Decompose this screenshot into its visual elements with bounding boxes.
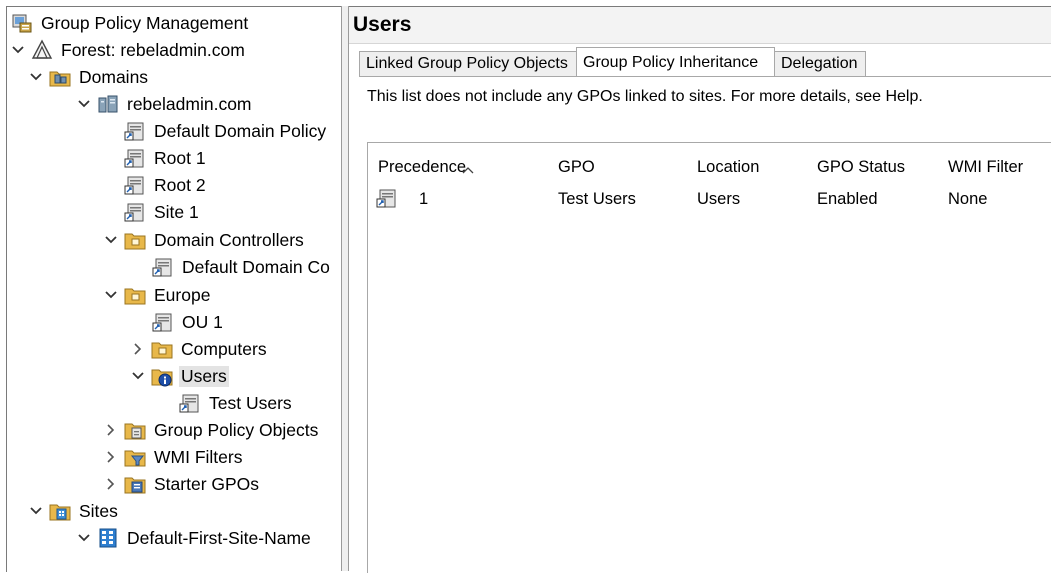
tree-label: OU 1 — [182, 311, 223, 332]
tab-group-policy-inheritance[interactable]: Group Policy Inheritance — [576, 47, 775, 77]
wmi-filters-icon — [124, 446, 146, 468]
tree-label: Root 1 — [154, 147, 206, 168]
chevron-down-icon[interactable] — [102, 282, 120, 308]
chevron-down-icon[interactable] — [129, 363, 147, 389]
details-pane: Users Linked Group Policy Objects Group … — [349, 6, 1051, 573]
tree-label: Default Domain Co — [182, 256, 330, 277]
gpo-row-icon — [376, 187, 398, 214]
gpo-link-icon — [124, 147, 146, 169]
cell-gpo-status: Enabled — [817, 190, 878, 208]
tab-label: Delegation — [781, 55, 858, 72]
domain-icon — [97, 93, 119, 115]
title-band — [349, 7, 1051, 44]
tree-node-gpo-link[interactable]: Root 1 — [124, 145, 208, 171]
tab-delegation[interactable]: Delegation — [774, 51, 866, 76]
tree-node-ou-selected[interactable]: Users — [129, 363, 229, 389]
tree-node-gpo-link[interactable]: Default Domain Co — [152, 254, 332, 280]
chevron-down-icon[interactable] — [27, 498, 45, 524]
tree-node-site[interactable]: Default-First-Site-Name — [75, 525, 313, 551]
tab-underline — [359, 76, 1051, 77]
tree-node-gpm-root[interactable]: Group Policy Management — [11, 10, 250, 36]
gpo-link-icon — [124, 174, 146, 196]
tree-node-gpo-link[interactable]: Default Domain Policy — [124, 118, 328, 144]
tree-label: Group Policy Management — [41, 12, 249, 33]
gpo-link-icon — [152, 256, 174, 278]
tree-node-gpo-link[interactable]: Site 1 — [124, 199, 201, 225]
tree-label: rebeladmin.com — [127, 93, 252, 114]
tree-node-gpo-link[interactable]: Root 2 — [124, 172, 208, 198]
column-header-wmi-filter[interactable]: WMI Filter — [948, 158, 1023, 177]
tree-label: Domains — [79, 66, 149, 87]
gpo-link-icon — [152, 311, 174, 333]
chevron-down-icon[interactable] — [27, 64, 45, 90]
blocked-ou-folder-icon — [151, 365, 173, 387]
console-tree[interactable]: Group Policy Management Forest: rebeladm… — [6, 6, 342, 572]
tab-linked-gpos[interactable]: Linked Group Policy Objects — [359, 51, 577, 76]
tree-node-starter-gpos[interactable]: Starter GPOs — [102, 471, 261, 497]
tree-label: Group Policy Objects — [154, 419, 319, 440]
chevron-down-icon[interactable] — [75, 525, 93, 551]
tree-label: Site 1 — [154, 201, 199, 222]
tree-label: Sites — [79, 500, 118, 521]
column-header-location[interactable]: Location — [697, 158, 759, 177]
tree-label: Domain Controllers — [154, 229, 304, 250]
pane-splitter[interactable] — [341, 6, 349, 571]
tree-node-ou[interactable]: Domain Controllers — [102, 227, 306, 253]
domains-folder-icon — [49, 66, 71, 88]
tab-label: Linked Group Policy Objects — [366, 55, 568, 72]
inheritance-list[interactable]: Precedence GPO Location GPO Status WMI F… — [367, 142, 1051, 573]
chevron-down-icon[interactable] — [9, 37, 27, 63]
tree-label: Default Domain Policy — [154, 120, 327, 141]
chevron-down-icon[interactable] — [75, 91, 93, 117]
tree-label: Test Users — [209, 392, 292, 413]
tree-label: Forest: rebeladmin.com — [61, 39, 245, 60]
gpo-link-icon — [124, 201, 146, 223]
cell-wmi-filter: None — [948, 190, 988, 208]
tree-label: Root 2 — [154, 174, 206, 195]
page-title: Users — [353, 13, 412, 36]
tree-node-domain[interactable]: rebeladmin.com — [75, 91, 254, 117]
tree-node-ou[interactable]: Computers — [129, 336, 269, 362]
tree-node-forest[interactable]: Forest: rebeladmin.com — [9, 37, 247, 63]
ou-folder-icon — [151, 338, 173, 360]
gpo-link-icon — [124, 120, 146, 142]
info-text: This list does not include any GPOs link… — [367, 88, 923, 105]
cell-precedence: 1 — [419, 190, 429, 208]
tree-node-gpo-container[interactable]: Group Policy Objects — [102, 417, 320, 443]
tree-label: Default-First-Site-Name — [127, 527, 311, 548]
tree-node-gpo-link[interactable]: Test Users — [179, 390, 294, 416]
site-icon — [97, 527, 119, 549]
tab-label: Group Policy Inheritance — [583, 53, 759, 71]
sort-ascending-icon — [462, 160, 474, 179]
tree-label: Starter GPOs — [154, 473, 260, 494]
ou-folder-icon — [124, 284, 146, 306]
tree-node-gpo-link[interactable]: OU 1 — [152, 309, 225, 335]
column-header-gpo-status[interactable]: GPO Status — [817, 158, 905, 177]
chevron-down-icon[interactable] — [102, 227, 120, 253]
chevron-right-icon[interactable] — [102, 417, 120, 443]
tree-node-ou[interactable]: Europe — [102, 282, 212, 308]
tree-label: WMI Filters — [154, 446, 243, 467]
column-header-label: Precedence — [378, 158, 467, 176]
chevron-right-icon[interactable] — [102, 444, 120, 470]
cell-gpo: Test Users — [558, 190, 636, 208]
tree-node-sites[interactable]: Sites — [27, 498, 120, 524]
ou-folder-icon — [124, 229, 146, 251]
forest-icon — [31, 39, 53, 61]
column-header-precedence[interactable]: Precedence — [378, 158, 474, 177]
tree-node-domains[interactable]: Domains — [27, 64, 150, 90]
gpm-console-icon — [11, 12, 33, 34]
cell-location: Users — [697, 190, 741, 208]
tree-label: Users — [179, 365, 229, 387]
tree-node-wmi-filters[interactable]: WMI Filters — [102, 444, 244, 470]
gpo-link-icon — [179, 392, 201, 414]
sites-folder-icon — [49, 500, 71, 522]
tree-label: Computers — [181, 338, 267, 359]
column-header-gpo[interactable]: GPO — [558, 158, 595, 177]
chevron-right-icon[interactable] — [102, 471, 120, 497]
chevron-right-icon[interactable] — [129, 336, 147, 362]
starter-gpos-icon — [124, 473, 146, 495]
gpo-container-icon — [124, 419, 146, 441]
tree-label: Europe — [154, 284, 211, 305]
